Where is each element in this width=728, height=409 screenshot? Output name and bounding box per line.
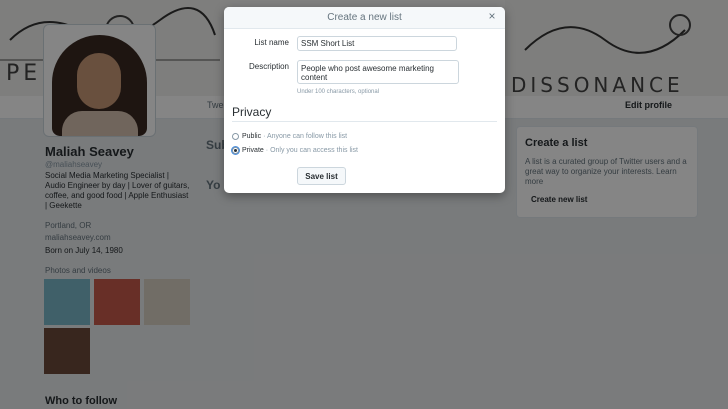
- description-label: Description: [248, 62, 289, 71]
- privacy-divider: [232, 121, 497, 122]
- private-description: · Only you can access this list: [265, 147, 358, 154]
- public-label: Public: [242, 133, 262, 140]
- description-textarea[interactable]: People who post awesome marketing conten…: [297, 60, 459, 84]
- dialog-header: Create a new list ×: [224, 7, 505, 29]
- privacy-option-public[interactable]: Public · Anyone can follow this list: [232, 133, 347, 140]
- list-name-label: List name: [254, 38, 289, 47]
- private-radio[interactable]: [232, 147, 239, 154]
- close-icon[interactable]: ×: [486, 10, 498, 23]
- dialog-title: Create a new list: [327, 12, 402, 23]
- create-list-dialog: Create a new list × List name Descriptio…: [224, 7, 505, 193]
- privacy-heading: Privacy: [232, 105, 272, 119]
- privacy-option-private[interactable]: Private · Only you can access this list: [232, 147, 358, 154]
- list-name-input[interactable]: [297, 36, 457, 51]
- save-list-button[interactable]: Save list: [297, 167, 346, 185]
- private-label: Private: [242, 147, 264, 154]
- public-description: · Anyone can follow this list: [263, 133, 348, 140]
- description-hint: Under 100 characters, optional: [297, 89, 380, 95]
- public-radio[interactable]: [232, 133, 239, 140]
